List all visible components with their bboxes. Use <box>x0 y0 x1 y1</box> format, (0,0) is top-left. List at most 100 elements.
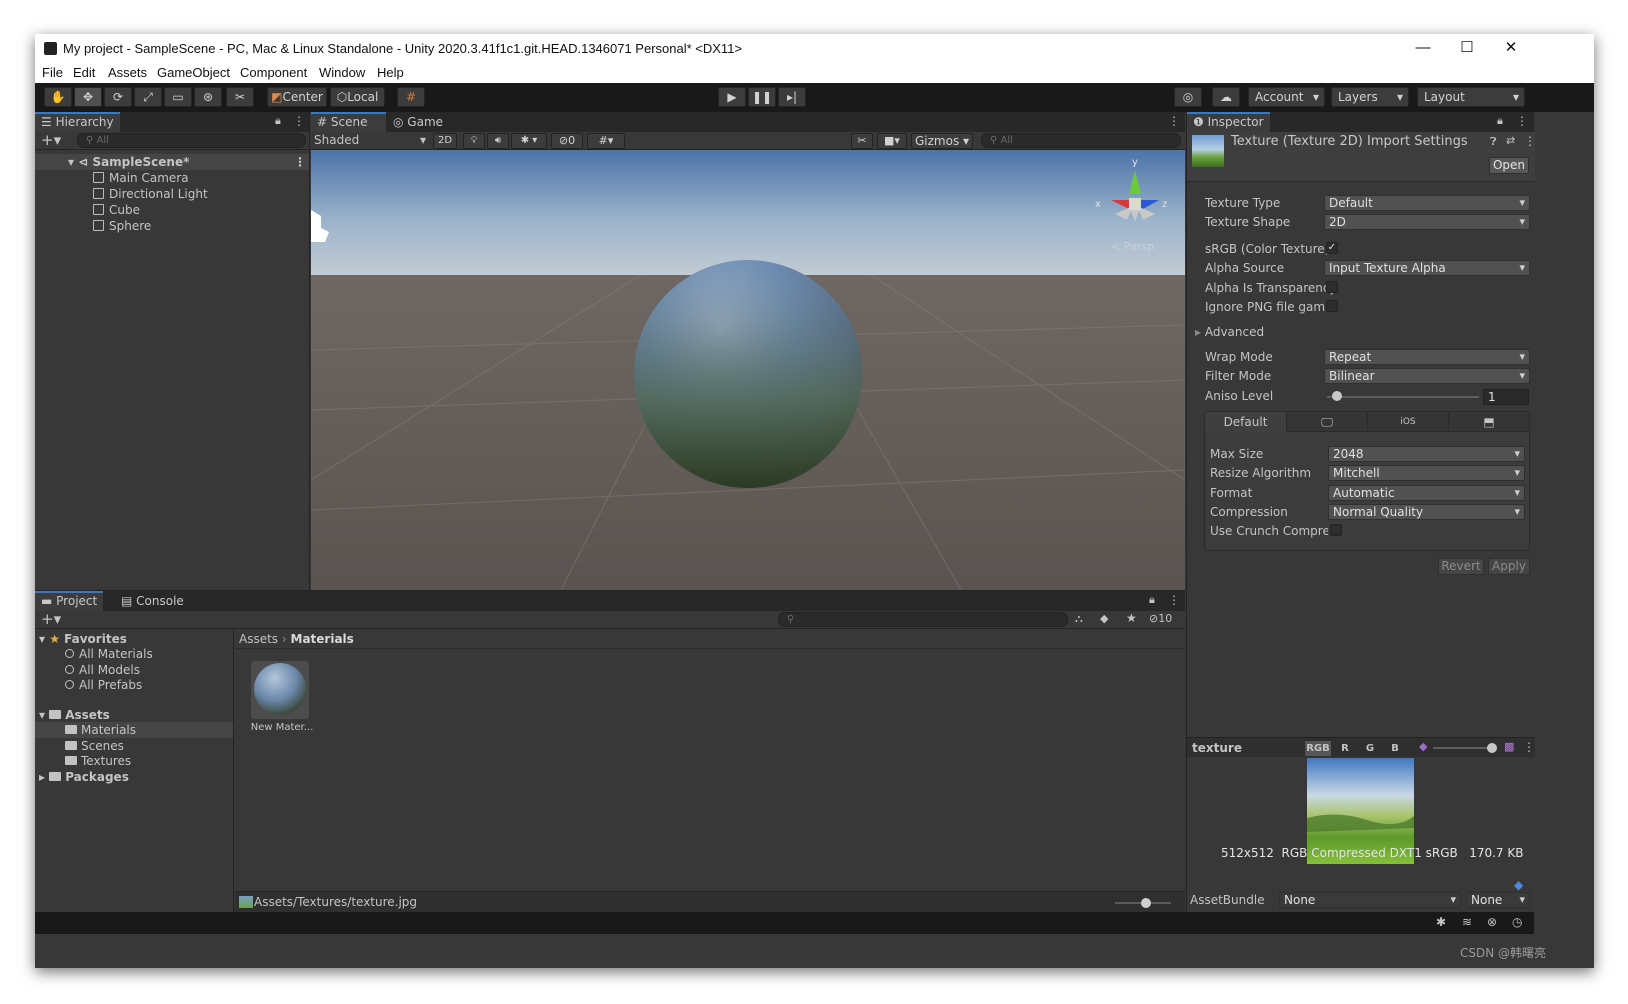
lighting-icon[interactable]: 💡︎ <box>463 133 485 149</box>
resize-algorithm-dropdown[interactable]: Mitchell <box>1328 465 1525 481</box>
shading-mode-dropdown[interactable]: Shaded ▾ <box>314 133 426 149</box>
tab-hierarchy[interactable]: ☰ Hierarchy <box>35 112 120 132</box>
custom-tool-icon[interactable]: ✂ <box>226 87 254 107</box>
revert-button[interactable]: Revert <box>1438 558 1484 575</box>
hidden-objects-toggle[interactable]: ⊘0 <box>551 133 583 149</box>
effects-icon[interactable]: ✱ ▾ <box>511 133 547 149</box>
compression-dropdown[interactable]: Normal Quality <box>1328 504 1525 520</box>
scale-tool-icon[interactable]: ⤢ <box>134 87 162 107</box>
platform-tab-default[interactable]: Default <box>1205 412 1286 432</box>
channel-rgb-button[interactable]: RGB <box>1305 741 1331 756</box>
cloud-icon[interactable]: ☁ <box>1212 87 1240 107</box>
ignore-png-gamma-checkbox[interactable] <box>1326 300 1338 312</box>
lock-icon[interactable]: 🔒︎ <box>275 114 281 128</box>
hand-tool-icon[interactable]: ✋ <box>44 87 72 107</box>
tools-icon[interactable]: ✂ <box>851 133 873 149</box>
open-button[interactable]: Open <box>1489 157 1529 174</box>
play-button[interactable]: ▶ <box>718 87 746 107</box>
alpha-source-dropdown[interactable]: Input Texture Alpha <box>1324 260 1530 276</box>
max-size-dropdown[interactable]: 2048 <box>1328 446 1525 462</box>
breadcrumb-materials[interactable]: Materials <box>291 632 354 646</box>
audio-icon[interactable]: 🔊︎ <box>487 133 509 149</box>
layout-dropdown[interactable]: Layout ▾ <box>1417 87 1525 107</box>
close-button[interactable]: ✕ <box>1501 38 1521 58</box>
2d-toggle[interactable]: 2D <box>433 133 457 149</box>
transform-tool-icon[interactable]: ⊛ <box>194 87 222 107</box>
layers-stack-icon[interactable]: ≋ <box>1462 915 1472 929</box>
advanced-foldout[interactable]: ▸ Advanced <box>1195 325 1264 339</box>
alpha-transparency-checkbox[interactable] <box>1326 281 1338 293</box>
hidden-packages-toggle[interactable]: ⊘10 <box>1149 612 1172 625</box>
more-icon[interactable]: ⋮ <box>1516 114 1528 128</box>
channel-r-button[interactable]: R <box>1335 741 1355 756</box>
menu-window[interactable]: Window <box>319 65 365 80</box>
aniso-level-input[interactable]: 1 <box>1483 389 1529 405</box>
tab-scene[interactable]: # Scene <box>311 112 386 132</box>
scene-root[interactable]: ▾ ⊲ SampleScene* ⋮ <box>35 154 309 170</box>
breadcrumb-assets[interactable]: Assets <box>239 632 278 646</box>
folder-materials[interactable]: Materials <box>35 722 233 738</box>
tab-project[interactable]: ▬ Project <box>35 591 104 611</box>
icon-size-slider-handle[interactable] <box>1141 898 1151 908</box>
grid-toggle-icon[interactable]: #▾ <box>587 133 625 149</box>
apply-button[interactable]: Apply <box>1488 558 1530 575</box>
asset-item-label[interactable]: New Mater... <box>247 722 317 733</box>
collab-icon[interactable]: ◎ <box>1174 87 1202 107</box>
grid-snap-icon[interactable]: # <box>397 87 425 107</box>
platform-tab-standalone[interactable]: 🖵︎ <box>1286 412 1367 432</box>
account-dropdown[interactable]: Account ▾ <box>1248 87 1325 107</box>
network-icon[interactable]: ⊗ <box>1487 915 1497 929</box>
move-tool-icon[interactable]: ✥ <box>74 87 102 107</box>
more-icon[interactable]: ⋮ <box>1168 593 1180 607</box>
debug-icon[interactable]: ✱ <box>1436 915 1446 929</box>
add-icon[interactable]: +▾ <box>41 610 61 628</box>
pivot-local-button[interactable]: ⬡Local <box>330 87 385 107</box>
filter-label-icon[interactable]: ◆ <box>1100 612 1108 625</box>
progress-check-icon[interactable]: ◷ <box>1512 915 1522 929</box>
aniso-level-slider[interactable] <box>1327 396 1479 398</box>
label-tag-icon[interactable]: ◆ <box>1514 878 1523 892</box>
texture-shape-dropdown[interactable]: 2D <box>1324 214 1530 230</box>
channel-b-button[interactable]: B <box>1385 741 1405 756</box>
more-icon[interactable]: ⋮ <box>294 154 306 170</box>
lock-icon[interactable]: 🔒︎ <box>1497 114 1503 128</box>
rect-tool-icon[interactable]: ▭ <box>164 87 192 107</box>
scene-viewport[interactable] <box>311 150 1185 590</box>
filter-type-icon[interactable]: ⛬ <box>1075 612 1083 626</box>
menu-file[interactable]: File <box>42 65 63 80</box>
presets-icon[interactable]: ⇄ <box>1506 134 1515 147</box>
hierarchy-search-input[interactable]: ⚲ All <box>77 133 306 148</box>
alpha-toggle-icon[interactable]: ▩ <box>1504 740 1514 753</box>
tab-game[interactable]: ◎ Game <box>387 112 449 132</box>
add-icon[interactable]: +▾ <box>41 131 61 149</box>
menu-gameobject[interactable]: GameObject <box>157 65 230 80</box>
packages-header[interactable]: ▸ Packages <box>39 769 129 785</box>
format-dropdown[interactable]: Automatic <box>1328 485 1525 501</box>
platform-tab-ios[interactable]: iOS <box>1367 412 1448 432</box>
menu-assets[interactable]: Assets <box>108 65 147 80</box>
pause-button[interactable]: ❚❚ <box>748 87 776 107</box>
minimize-button[interactable]: — <box>1413 38 1433 58</box>
crunch-compression-checkbox[interactable] <box>1330 524 1342 536</box>
scene-search-input[interactable]: ⚲ All <box>981 133 1181 148</box>
filter-mode-dropdown[interactable]: Bilinear <box>1324 368 1530 384</box>
favorite-star-icon[interactable]: ★ <box>1126 611 1137 625</box>
folder-scenes[interactable]: Scenes <box>65 738 124 754</box>
project-search-input[interactable]: ⚲ <box>778 612 1068 627</box>
asset-bundle-dropdown[interactable]: None <box>1279 892 1461 908</box>
menu-help[interactable]: Help <box>377 65 404 80</box>
favorite-all-models[interactable]: All Models <box>65 662 140 678</box>
favorite-all-prefabs[interactable]: All Prefabs <box>65 677 142 693</box>
camera-icon[interactable]: ■▾ <box>877 133 907 149</box>
tab-console[interactable]: ▤ Console <box>115 591 190 611</box>
hierarchy-item-cube[interactable]: Cube <box>93 202 140 218</box>
texture-type-dropdown[interactable]: Default <box>1324 195 1530 211</box>
more-icon[interactable]: ⋮ <box>1168 114 1180 128</box>
gizmos-dropdown[interactable]: Gizmos ▾ <box>911 133 973 149</box>
hierarchy-item-directional-light[interactable]: Directional Light <box>93 186 208 202</box>
lock-icon[interactable]: 🔒︎ <box>1149 593 1155 607</box>
platform-tab-android[interactable]: ⬒ <box>1448 412 1529 432</box>
mip-slider-handle[interactable] <box>1487 743 1497 753</box>
step-button[interactable]: ▸| <box>778 87 806 107</box>
perspective-label[interactable]: < Persp <box>1111 240 1154 253</box>
